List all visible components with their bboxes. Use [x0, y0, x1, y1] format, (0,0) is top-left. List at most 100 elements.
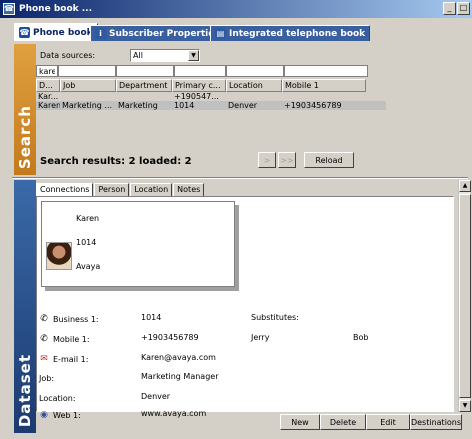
tab-integrated-telephone-book[interactable]: ▤ Integrated telephone book [210, 25, 371, 41]
column-header[interactable]: Job [60, 79, 116, 92]
data-sources-row: Data sources: All ▼ [40, 49, 200, 62]
phone-icon: ✆ [40, 314, 48, 324]
delete-button[interactable]: Delete [320, 414, 366, 430]
field-email: ✉ E-mail 1: [39, 353, 139, 365]
table-cell [60, 92, 116, 101]
phone-icon: ☎ [19, 27, 30, 38]
data-sources-select[interactable]: All ▼ [130, 49, 200, 62]
tab-subscriber-properties[interactable]: i Subscriber Properties [90, 25, 225, 41]
search-panel: Data sources: All ▼ D... Job Department … [36, 44, 468, 175]
location-value: Denver [141, 392, 171, 401]
field-mobile: ✆ Mobile 1: [39, 333, 139, 345]
dataset-scrollbar[interactable]: ▲ ▼ [458, 180, 471, 412]
table-cell: Denver [228, 101, 258, 110]
search-side-label: Search [14, 44, 36, 175]
table-cell: Marketing [118, 101, 158, 110]
maximize-button[interactable]: □ [457, 2, 470, 15]
dataset-label-text: Dataset [16, 353, 34, 427]
destinations-button[interactable]: Destinations [410, 414, 462, 430]
book-icon: ▤ [215, 28, 226, 39]
subtab-notes[interactable]: Notes [173, 183, 205, 196]
mobile-value[interactable]: +1903456789 [141, 333, 199, 342]
table-cell [226, 92, 282, 101]
table-cell: Karen [38, 101, 60, 110]
card-extension: 1014 [76, 238, 97, 247]
grid-header: D... Job Department Primary c... Locatio… [36, 79, 386, 92]
substitute-item[interactable]: Bob [353, 333, 368, 342]
next-page-button[interactable]: > [258, 152, 276, 168]
substitutes-label: Substitutes: [251, 313, 299, 322]
business-value[interactable]: 1014 [141, 313, 161, 322]
results-grid: D... Job Department Primary c... Locatio… [36, 79, 386, 110]
tab-phone-book[interactable]: ☎ Phone book [14, 23, 98, 41]
filter-department-input[interactable] [116, 65, 174, 77]
dataset-content: Karen 1014 Avaya ✆ Business 1: 1014 ✆ Mo… [36, 196, 454, 420]
subtab-connections[interactable]: Connections [36, 183, 94, 196]
subtab-person[interactable]: Person [94, 183, 130, 196]
filter-location-input[interactable] [226, 65, 284, 77]
email-icon: ✉ [40, 354, 48, 364]
column-header[interactable]: Primary c... [172, 79, 226, 92]
edit-button[interactable]: Edit [366, 414, 410, 430]
web-value[interactable]: www.avaya.com [141, 409, 206, 418]
field-label: E-mail 1: [53, 354, 89, 364]
tab-label: Integrated telephone book [229, 28, 366, 39]
phonebook-icon: ☎ [3, 3, 15, 15]
data-sources-label: Data sources: [40, 51, 96, 60]
scroll-down-icon[interactable]: ▼ [459, 400, 471, 412]
table-row[interactable]: Kar... +190547... [36, 92, 386, 101]
column-header[interactable]: Location [226, 79, 282, 92]
email-value[interactable]: Karen@avaya.com [141, 353, 216, 362]
column-header[interactable]: Department [116, 79, 172, 92]
field-job: Job: [39, 372, 139, 384]
search-label-text: Search [16, 104, 34, 169]
dataset-action-buttons: New Delete Edit Destinations [280, 414, 462, 430]
data-sources-value: All [133, 51, 143, 60]
reload-button[interactable]: Reload [304, 152, 354, 168]
field-web: ◉ Web 1: [39, 409, 139, 421]
table-cell [282, 92, 366, 101]
new-button[interactable]: New [280, 414, 320, 430]
tab-label: Phone book [33, 27, 93, 38]
table-cell [116, 92, 172, 101]
field-location: Location: [39, 392, 139, 404]
table-cell: +190547... [174, 92, 219, 101]
scroll-up-icon[interactable]: ▲ [459, 180, 471, 192]
table-row[interactable]: Karen Marketing ... Marketing 1014 Denve… [36, 101, 386, 110]
dataset-panel: Connections Person Location Notes Karen … [36, 180, 470, 433]
field-label: Job: [39, 373, 55, 383]
scroll-thumb[interactable] [459, 194, 471, 398]
web-icon: ◉ [40, 410, 48, 420]
filter-primary-input[interactable] [174, 65, 226, 77]
window-titlebar: ☎ Phone book ... _ □ [0, 0, 472, 18]
column-header[interactable]: D... [36, 79, 60, 92]
dataset-subtabs: Connections Person Location Notes [36, 183, 205, 196]
search-results-status: Search results: 2 loaded: 2 [40, 156, 192, 167]
minimize-button[interactable]: _ [443, 2, 456, 15]
filter-row [36, 65, 368, 77]
next-all-button[interactable]: >> [278, 152, 296, 168]
table-cell: 1014 [174, 101, 195, 110]
filter-job-input[interactable] [58, 65, 116, 77]
mobile-icon: ✆ [40, 334, 48, 344]
panel-divider[interactable] [12, 177, 468, 179]
filter-mobile-input[interactable] [284, 65, 368, 77]
window-title: Phone book ... [19, 4, 93, 14]
avatar [46, 242, 72, 270]
dataset-side-label: Dataset [14, 180, 36, 433]
field-label: Location: [39, 393, 76, 403]
subtab-location[interactable]: Location [130, 183, 173, 196]
tab-label: Subscriber Properties [109, 28, 220, 39]
card-company: Avaya [76, 262, 101, 271]
filter-name-input[interactable] [36, 65, 58, 77]
column-header[interactable]: Mobile 1 [282, 79, 366, 92]
substitute-item[interactable]: Jerry [251, 333, 269, 342]
contact-card: Karen 1014 Avaya [41, 201, 235, 287]
field-label: Web 1: [53, 410, 81, 420]
field-business: ✆ Business 1: [39, 313, 139, 325]
info-icon: i [95, 28, 106, 39]
main-tabbar: ☎ Phone book i Subscriber Properties ▤ I… [0, 18, 472, 42]
chevron-down-icon[interactable]: ▼ [188, 50, 199, 61]
card-name: Karen [76, 214, 100, 223]
table-cell: +1903456789 [284, 101, 342, 110]
